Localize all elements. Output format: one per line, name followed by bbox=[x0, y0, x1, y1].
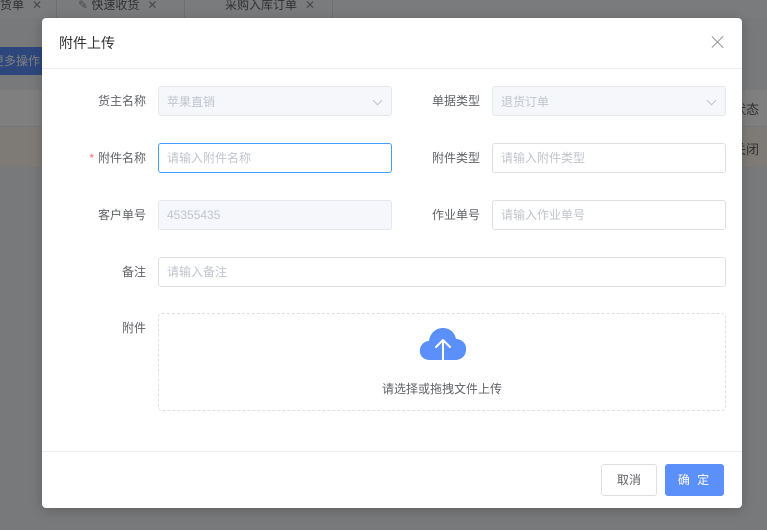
work-no-field[interactable] bbox=[492, 200, 726, 230]
owner-label: 货主名称 bbox=[97, 94, 146, 108]
attachment-name-field[interactable] bbox=[158, 143, 392, 173]
close-icon[interactable] bbox=[708, 32, 728, 52]
customer-no-label: 客户单号 bbox=[97, 208, 146, 222]
dialog-title: 附件上传 bbox=[59, 35, 115, 51]
upload-hint: 请选择或拖拽文件上传 bbox=[381, 382, 502, 396]
owner-input bbox=[159, 87, 391, 115]
confirm-button[interactable]: 确 定 bbox=[665, 464, 724, 496]
cloud-upload-icon bbox=[419, 328, 467, 363]
attachment-name-input[interactable] bbox=[159, 144, 391, 172]
attachment-type-field[interactable] bbox=[492, 143, 726, 173]
footer-divider bbox=[42, 451, 742, 452]
upload-dropzone[interactable]: 请选择或拖拽文件上传 bbox=[158, 313, 726, 411]
customer-no-field bbox=[158, 200, 392, 230]
dialog-header: 附件上传 bbox=[42, 18, 742, 69]
doc-type-input bbox=[493, 87, 725, 115]
required-asterisk: * bbox=[89, 151, 94, 165]
attachment-label: 附件 bbox=[121, 321, 146, 335]
work-no-label: 作业单号 bbox=[431, 208, 480, 222]
owner-select bbox=[158, 86, 392, 116]
doc-type-select bbox=[492, 86, 726, 116]
attachment-name-label-text: 附件名称 bbox=[97, 151, 146, 165]
remark-field[interactable] bbox=[158, 257, 726, 287]
doc-type-label: 单据类型 bbox=[431, 94, 480, 108]
attachment-name-label: * 附件名称 bbox=[46, 142, 146, 174]
remark-input[interactable] bbox=[159, 258, 725, 286]
remark-label: 备注 bbox=[121, 265, 146, 279]
attachment-upload-dialog: 附件上传 货主名称 单据类型 *附件名称 附件类型 客户单号 作业单号 备注 附… bbox=[42, 18, 742, 508]
attachment-type-label: 附件类型 bbox=[431, 151, 480, 165]
attachment-type-input[interactable] bbox=[493, 144, 725, 172]
customer-no-input bbox=[159, 201, 391, 229]
work-no-input[interactable] bbox=[493, 201, 725, 229]
cancel-button[interactable]: 取消 bbox=[601, 464, 657, 496]
